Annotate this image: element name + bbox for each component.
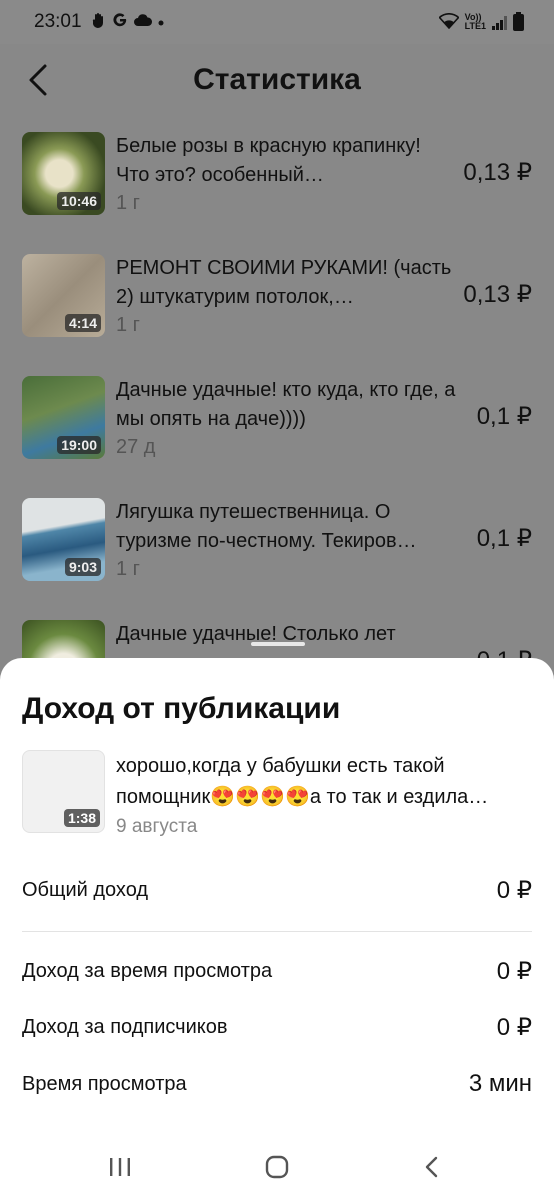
sheet-video-duration: 1:38 <box>63 809 100 827</box>
status-time: 23:01 <box>34 11 82 32</box>
sheet-video-thumbnail: 1:38 <box>22 750 105 833</box>
video-earnings: 0,1 ₽ <box>476 525 532 552</box>
video-thumbnail: 4:14 <box>22 254 105 337</box>
stat-value: 0 ₽ <box>496 877 532 904</box>
sheet-video-date: 9 августа <box>116 816 198 837</box>
video-duration: 9:03 <box>64 558 101 576</box>
video-earnings: 0,13 ₽ <box>463 281 532 308</box>
video-duration: 10:46 <box>57 192 101 210</box>
video-list: 10:46 Белые розы в красную крапинку! Что… <box>0 116 554 726</box>
stat-row-total-income: Общий доход 0 ₽ <box>22 876 532 905</box>
stat-value: 0 ₽ <box>496 958 532 985</box>
stat-label: Доход за время просмотра <box>22 960 273 982</box>
chevron-left-icon <box>29 64 47 96</box>
page-title: Статистика <box>193 63 361 96</box>
back-icon <box>425 1156 438 1178</box>
income-bottom-sheet: Доход от публикации 1:38 хорошо,когда у … <box>0 658 554 1200</box>
system-navigation-bar <box>0 1130 554 1200</box>
battery-icon <box>513 11 524 31</box>
video-row[interactable]: 9:03 Лягушка путешественница. О туризме … <box>0 482 554 604</box>
video-age: 27 д <box>116 436 156 458</box>
sheet-title: Доход от публикации <box>22 692 341 725</box>
recent-apps-icon <box>110 1158 130 1176</box>
signal-icon <box>492 14 507 30</box>
home-button[interactable] <box>257 1150 297 1184</box>
sheet-drag-handle[interactable] <box>251 642 305 646</box>
status-bar: 23:01 Vo)) LTE1 <box>0 0 554 44</box>
header: Статистика <box>0 44 554 116</box>
recent-apps-button[interactable] <box>100 1150 140 1184</box>
divider <box>22 931 532 932</box>
cloud-icon <box>133 13 152 31</box>
stat-value: 3 мин <box>468 1070 532 1097</box>
video-thumbnail: 10:46 <box>22 132 105 215</box>
stat-row-watch-time: Время просмотра 3 мин <box>22 1070 532 1098</box>
video-title: Лягушка путешественница. О туризме по-че… <box>116 501 417 552</box>
stat-label: Доход за подписчиков <box>22 1016 228 1038</box>
stat-label: Общий доход <box>22 879 149 901</box>
back-button[interactable] <box>18 60 58 100</box>
network-label-bottom: LTE1 <box>464 21 486 31</box>
video-duration: 4:14 <box>64 314 101 332</box>
video-title: Дачные удачные! кто куда, кто где, а мы … <box>116 379 456 430</box>
video-thumbnail: 9:03 <box>22 498 105 581</box>
network-label: Vo)) LTE1 <box>465 13 486 31</box>
video-age: 1 г <box>116 558 140 580</box>
video-thumbnail: 19:00 <box>22 376 105 459</box>
dot-icon <box>158 13 164 31</box>
video-row[interactable]: 10:46 Белые розы в красную крапинку! Что… <box>0 116 554 238</box>
video-title: РЕМОНТ СВОИМИ РУКАМИ! (часть 2) штукатур… <box>116 257 452 308</box>
video-row[interactable]: 4:14 РЕМОНТ СВОИМИ РУКАМИ! (часть 2) шту… <box>0 238 554 360</box>
stat-row-watch-time-income: Доход за время просмотра 0 ₽ <box>22 957 532 986</box>
google-icon <box>112 12 128 33</box>
video-row[interactable]: 19:00 Дачные удачные! кто куда, кто где,… <box>0 360 554 482</box>
wifi-icon <box>438 12 460 32</box>
sheet-video-title: хорошо,когда у бабушки есть такой помощн… <box>116 755 489 808</box>
video-earnings: 0,13 ₽ <box>463 159 532 186</box>
video-earnings: 0,1 ₽ <box>476 403 532 430</box>
video-title: Белые розы в красную крапинку! Что это? … <box>116 135 421 186</box>
home-icon <box>265 1155 289 1179</box>
stat-row-subscriber-income: Доход за подписчиков 0 ₽ <box>22 1013 532 1042</box>
nav-back-button[interactable] <box>412 1150 452 1184</box>
hand-icon <box>92 12 106 33</box>
video-age: 1 г <box>116 314 140 336</box>
video-duration: 19:00 <box>57 436 101 454</box>
stat-label: Время просмотра <box>22 1072 187 1095</box>
status-notification-icons <box>92 12 164 33</box>
status-system-icons: Vo)) LTE1 <box>438 11 524 32</box>
video-age: 1 г <box>116 192 140 214</box>
stat-value: 0 ₽ <box>496 1014 532 1041</box>
